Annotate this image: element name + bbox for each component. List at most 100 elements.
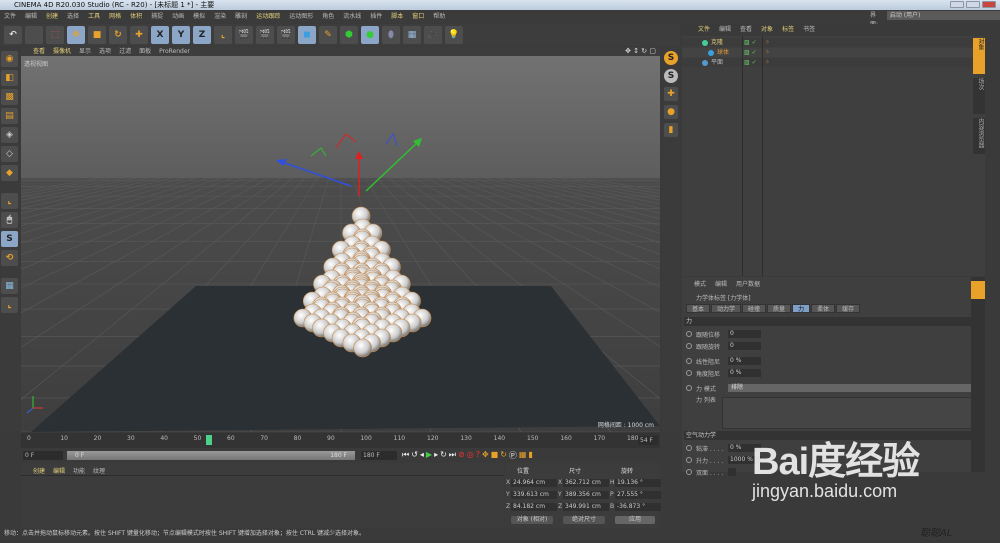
- object-row[interactable]: 克隆 ▨ ✓ ⁘: [682, 38, 985, 47]
- recent-tool-button[interactable]: ✚: [130, 26, 148, 44]
- param-field[interactable]: 0: [728, 330, 761, 338]
- object-menu-item[interactable]: 文件: [698, 24, 710, 36]
- render-view-button[interactable]: 🎬: [235, 26, 253, 44]
- coordinate-system-button[interactable]: ⌞: [214, 26, 232, 44]
- move-tool-button[interactable]: ✥: [67, 26, 85, 44]
- live-selection-button[interactable]: ⬚: [46, 26, 64, 44]
- pen-icon[interactable]: ✎: [319, 26, 337, 44]
- menu-item[interactable]: 运动图形: [289, 10, 313, 23]
- menu-item[interactable]: 插件: [370, 10, 382, 23]
- key-rotation-icon[interactable]: ↻: [500, 450, 507, 461]
- viewport-menu-item[interactable]: 过滤: [119, 47, 131, 56]
- range-slider[interactable]: 0 F 180 F: [67, 451, 355, 460]
- side-tab[interactable]: 对象: [973, 38, 985, 74]
- redo-button[interactable]: [25, 26, 43, 44]
- object-name[interactable]: 平面: [711, 58, 723, 67]
- current-frame-field[interactable]: 54 F: [638, 436, 658, 445]
- go-to-end-icon[interactable]: ⏭: [449, 450, 456, 461]
- snap-settings-icon[interactable]: S: [664, 69, 678, 83]
- snap-icon[interactable]: S: [1, 231, 18, 247]
- visibility-check-icon[interactable]: ▨ ✓: [744, 48, 757, 57]
- make-editable-icon[interactable]: ◉: [1, 51, 18, 67]
- auto-key-icon[interactable]: ◎: [467, 450, 474, 461]
- x-axis-lock[interactable]: X: [151, 26, 169, 44]
- coord-field-size[interactable]: 362.712 cm: [563, 479, 609, 487]
- tweak-icon[interactable]: 🖱: [1, 212, 18, 228]
- param-field[interactable]: 0: [728, 342, 761, 350]
- menu-item[interactable]: 编辑: [25, 10, 37, 23]
- material-menu-item[interactable]: 创建: [33, 466, 45, 475]
- snap-icon[interactable]: S: [664, 51, 678, 65]
- axis-mode-icon[interactable]: ⌞: [1, 193, 18, 209]
- deformer-icon[interactable]: ⬮: [382, 26, 400, 44]
- object-row[interactable]: 平面 ▨ ✓ ⁘: [682, 58, 985, 67]
- render-picture-viewer-button[interactable]: 🎬: [256, 26, 274, 44]
- light-icon[interactable]: 💡: [445, 26, 463, 44]
- coord-field-pos[interactable]: 339.613 cm: [511, 491, 557, 499]
- play-icon[interactable]: ▶: [426, 450, 432, 461]
- menu-item[interactable]: 运动跟踪: [256, 10, 280, 23]
- param-field[interactable]: 0 %: [728, 357, 761, 365]
- attribute-tab[interactable]: 动力学: [711, 304, 741, 313]
- coord-field-rot[interactable]: 27.555 °: [615, 491, 661, 499]
- coord-mode-dropdown[interactable]: 对象 (相对): [511, 516, 553, 524]
- record-icon[interactable]: ▮: [664, 123, 678, 137]
- key-pla-icon[interactable]: ▦: [519, 450, 527, 461]
- loop-icon[interactable]: ↺: [411, 450, 418, 461]
- key-help-icon[interactable]: ?: [476, 450, 480, 461]
- axis-icon[interactable]: ✚: [664, 87, 678, 101]
- polygons-mode-icon[interactable]: ◆: [1, 165, 18, 181]
- radio-icon[interactable]: [686, 445, 692, 451]
- coord-field-size[interactable]: 389.356 cm: [563, 491, 609, 499]
- menu-item[interactable]: 模拟: [193, 10, 205, 23]
- key-param-icon[interactable]: Ⓟ: [509, 450, 517, 461]
- radio-icon[interactable]: [686, 469, 692, 475]
- playhead[interactable]: [206, 435, 212, 445]
- layout-dropdown[interactable]: 启动 (用户): [887, 11, 1000, 20]
- floor-icon[interactable]: ▦: [403, 26, 421, 44]
- object-name[interactable]: 球体: [717, 48, 729, 57]
- quantize-icon[interactable]: ⟲: [1, 250, 18, 266]
- attribute-menu-item[interactable]: 用户数据: [736, 279, 760, 288]
- texture-mode-icon[interactable]: ▩: [1, 89, 18, 105]
- object-menu-item[interactable]: 标签: [782, 24, 794, 36]
- workplane-axis-icon[interactable]: ⌞: [1, 297, 18, 313]
- subdivision-icon[interactable]: ⬢: [340, 26, 358, 44]
- prev-frame-icon[interactable]: ◂: [420, 450, 424, 461]
- maximize-button[interactable]: [966, 1, 980, 8]
- record-key-icon[interactable]: ⊘: [458, 450, 465, 461]
- undo-button[interactable]: ↶: [4, 26, 22, 44]
- coord-field-rot[interactable]: -36.873 °: [615, 503, 661, 511]
- menu-item[interactable]: 雕刻: [235, 10, 247, 23]
- timeline-ruler[interactable]: 0 10 20 30 40 50 60 70 80 90 100 110 120 130 140 150 160…: [21, 433, 660, 448]
- attribute-tab[interactable]: 质量: [767, 304, 791, 313]
- viewport-menu-item[interactable]: 显示: [79, 47, 91, 56]
- camera-icon[interactable]: 🎥: [424, 26, 442, 44]
- rotate-tool-button[interactable]: ↻: [109, 26, 127, 44]
- visibility-check-icon[interactable]: ▨ ✓: [744, 38, 757, 47]
- menu-item[interactable]: 帮助: [433, 10, 445, 23]
- material-menu-item[interactable]: 纹理: [93, 466, 105, 475]
- menu-item[interactable]: 网格: [109, 10, 121, 23]
- viewport-menu-item[interactable]: 查看: [33, 47, 45, 56]
- side-tab[interactable]: 内容浏览器: [973, 118, 985, 154]
- go-to-start-icon[interactable]: ⏮: [402, 450, 409, 461]
- lock-workplane-icon[interactable]: ▦: [1, 278, 18, 294]
- menu-item[interactable]: 窗口: [412, 10, 424, 23]
- menu-item[interactable]: 角色: [322, 10, 334, 23]
- next-frame-icon[interactable]: ▸: [434, 450, 438, 461]
- radio-icon[interactable]: [686, 457, 692, 463]
- object-name[interactable]: 克隆: [711, 38, 723, 47]
- timeline-icon[interactable]: ▮: [528, 450, 532, 461]
- material-menu-item[interactable]: 编辑: [53, 466, 65, 475]
- force-mode-dropdown[interactable]: 排除: [728, 384, 978, 392]
- menu-item[interactable]: 脚本: [391, 10, 403, 23]
- edges-mode-icon[interactable]: ◇: [1, 146, 18, 162]
- radio-icon[interactable]: [686, 331, 692, 337]
- key-scale-icon[interactable]: ■: [491, 450, 499, 461]
- viewport-menu-item[interactable]: ProRender: [159, 47, 190, 56]
- cube-icon[interactable]: ◼: [298, 26, 316, 44]
- menu-item[interactable]: 工具: [88, 10, 100, 23]
- menu-item[interactable]: 选择: [67, 10, 79, 23]
- material-menu-item[interactable]: 功能: [73, 466, 85, 475]
